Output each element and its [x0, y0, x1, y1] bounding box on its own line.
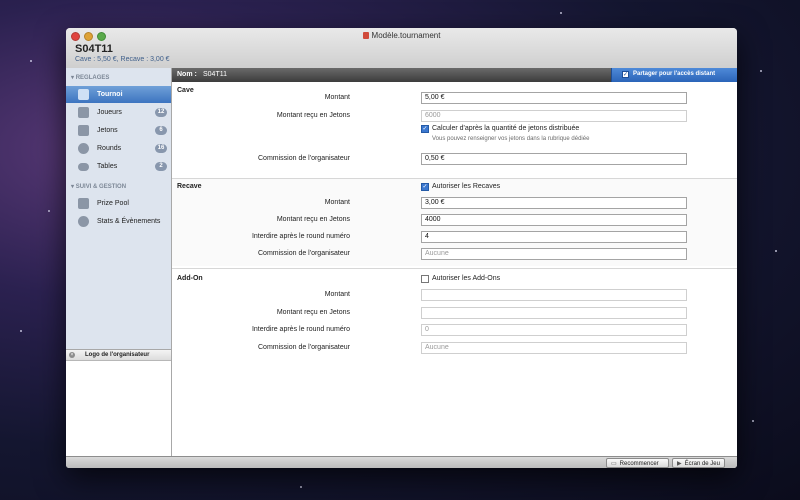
sidebar-item-label: Joueurs: [97, 109, 122, 116]
stats-icon: [78, 216, 89, 227]
sidebar-item-label: Rounds: [97, 145, 122, 152]
addon-jetons-label: Montant reçu en Jetons: [276, 309, 350, 316]
addon-montant-input[interactable]: [421, 289, 687, 301]
recave-interdire-label: Interdire après le round numéro: [251, 233, 350, 240]
count-badge: 6: [155, 126, 167, 135]
cave-montant-label: Montant: [324, 94, 350, 101]
checkbox-checked-icon: ✓: [622, 71, 629, 78]
addon-jetons-input[interactable]: [421, 307, 687, 319]
star: [752, 420, 754, 422]
sidebar-item-jetons[interactable]: Jetons 6: [66, 122, 171, 139]
tournament-icon: [78, 89, 89, 100]
sidebar-item-rounds[interactable]: Rounds 16: [66, 140, 171, 157]
game-screen-button[interactable]: ▶ Écran de Jeu: [672, 458, 725, 468]
name-value[interactable]: S04T11: [203, 71, 227, 78]
sidebar-item-prize-pool[interactable]: Prize Pool: [66, 195, 171, 212]
sidebar-item-joueurs[interactable]: Joueurs 12: [66, 104, 171, 121]
star: [30, 60, 32, 62]
cave-calc-checkbox[interactable]: ✓: [421, 125, 429, 133]
addon-interdire-input[interactable]: 0: [421, 324, 687, 336]
star: [20, 330, 22, 332]
recave-jetons-input[interactable]: 4000: [421, 214, 687, 226]
name-bar: Nom : S04T11 ✓ Partager pour l'accès dis…: [172, 68, 737, 82]
recave-jetons-label: Montant reçu en Jetons: [276, 216, 350, 223]
star: [560, 12, 562, 14]
addon-autoriser-label: Autoriser les Add-Ons: [432, 275, 501, 282]
recave-commission-input[interactable]: Aucune: [421, 248, 687, 260]
game-screen-button-label: Écran de Jeu: [684, 461, 720, 467]
recave-section: Recave ✓ Autoriser les Recaves Montant 3…: [172, 178, 737, 266]
restart-button-label: Recommencer: [619, 461, 659, 467]
cave-montant-input[interactable]: 5,00 €: [421, 92, 687, 104]
sidebar-item-label: Tables: [97, 163, 118, 170]
addon-autoriser-checkbox[interactable]: [421, 275, 429, 283]
document-icon: [362, 32, 369, 39]
sidebar-item-label: Tournoi: [97, 91, 123, 98]
players-icon: [78, 107, 89, 118]
sidebar-item-label: Jetons: [97, 127, 118, 134]
cave-commission-label: Commission de l'organisateur: [258, 155, 350, 162]
addon-commission-label: Commission de l'organisateur: [258, 344, 350, 351]
window-title-text: Modèle.tournament: [371, 31, 441, 40]
sidebar-item-tournoi[interactable]: Tournoi: [66, 86, 171, 103]
cave-calc-hint: Vous pouvez renseigner vos jetons dans l…: [432, 136, 590, 142]
cave-jetons-input[interactable]: 6000: [421, 110, 687, 122]
recave-montant-input[interactable]: 3,00 €: [421, 197, 687, 209]
count-badge: 16: [155, 144, 167, 153]
sidebar-item-stats[interactable]: Stats & Évènements: [66, 213, 171, 230]
remove-logo-icon[interactable]: ×: [69, 352, 75, 358]
addon-interdire-label: Interdire après le round numéro: [251, 326, 350, 333]
cave-heading: Cave: [177, 87, 194, 94]
tournament-summary: Cave : 5,50 €, Recave : 3,00 €: [75, 56, 170, 63]
sidebar-section-reglages: ▾ REGLAGES: [71, 75, 110, 81]
sidebar: ▾ REGLAGES Tournoi Joueurs 12 Jetons 6 R…: [66, 68, 172, 457]
organizer-logo-header: × Logo de l'organisateur: [66, 350, 171, 361]
organizer-logo-label: Logo de l'organisateur: [85, 352, 150, 358]
sidebar-item-label: Stats & Évènements: [97, 218, 161, 225]
cave-calc-label: Calculer d'après la quantité de jetons d…: [432, 125, 580, 132]
recave-autoriser-label: Autoriser les Recaves: [432, 183, 501, 190]
count-badge: 12: [155, 108, 167, 117]
main-panel: Nom : S04T11 ✓ Partager pour l'accès dis…: [172, 68, 737, 456]
count-badge: 2: [155, 162, 167, 171]
prize-pool-icon: [78, 198, 89, 209]
share-remote-toggle[interactable]: ✓ Partager pour l'accès distant: [611, 68, 737, 82]
cave-jetons-label: Montant reçu en Jetons: [276, 112, 350, 119]
recave-montant-label: Montant: [324, 199, 350, 206]
cave-section: Cave Montant 5,00 € Montant reçu en Jeto…: [172, 86, 737, 176]
star: [48, 210, 50, 212]
addon-section: Add-On Autoriser les Add-Ons Montant Mon…: [172, 268, 737, 449]
recave-interdire-input[interactable]: 4: [421, 231, 687, 243]
restart-button[interactable]: ▭ Recommencer: [606, 458, 669, 468]
monitor-icon: ▭: [611, 461, 617, 467]
clock-icon: [78, 143, 89, 154]
addon-heading: Add-On: [177, 275, 203, 282]
bottom-toolbar: ▭ Recommencer ▶ Écran de Jeu: [66, 456, 737, 468]
chips-icon: [78, 125, 89, 136]
sidebar-section-suivi: ▾ SUIVI & GESTION: [71, 184, 127, 190]
star: [760, 70, 762, 72]
sidebar-item-label: Prize Pool: [97, 200, 129, 207]
star: [300, 486, 302, 488]
play-icon: ▶: [677, 461, 682, 467]
star: [775, 250, 777, 252]
addon-commission-input[interactable]: Aucune: [421, 342, 687, 354]
sidebar-item-tables[interactable]: Tables 2: [66, 158, 171, 175]
app-window: Modèle.tournament S04T11 Cave : 5,50 €, …: [66, 28, 737, 468]
recave-autoriser-checkbox[interactable]: ✓: [421, 183, 429, 191]
recave-commission-label: Commission de l'organisateur: [258, 250, 350, 257]
cave-commission-input[interactable]: 0,50 €: [421, 153, 687, 165]
recave-heading: Recave: [177, 183, 202, 190]
addon-montant-label: Montant: [324, 291, 350, 298]
name-label: Nom :: [177, 71, 197, 78]
table-icon: [78, 163, 89, 171]
title-bar: Modèle.tournament S04T11 Cave : 5,50 €, …: [66, 28, 737, 69]
share-remote-label: Partager pour l'accès distant: [633, 71, 716, 77]
organizer-logo-panel[interactable]: × Logo de l'organisateur: [66, 349, 171, 457]
window-title: Modèle.tournament: [66, 31, 737, 40]
tournament-title: S04T11: [75, 43, 113, 55]
